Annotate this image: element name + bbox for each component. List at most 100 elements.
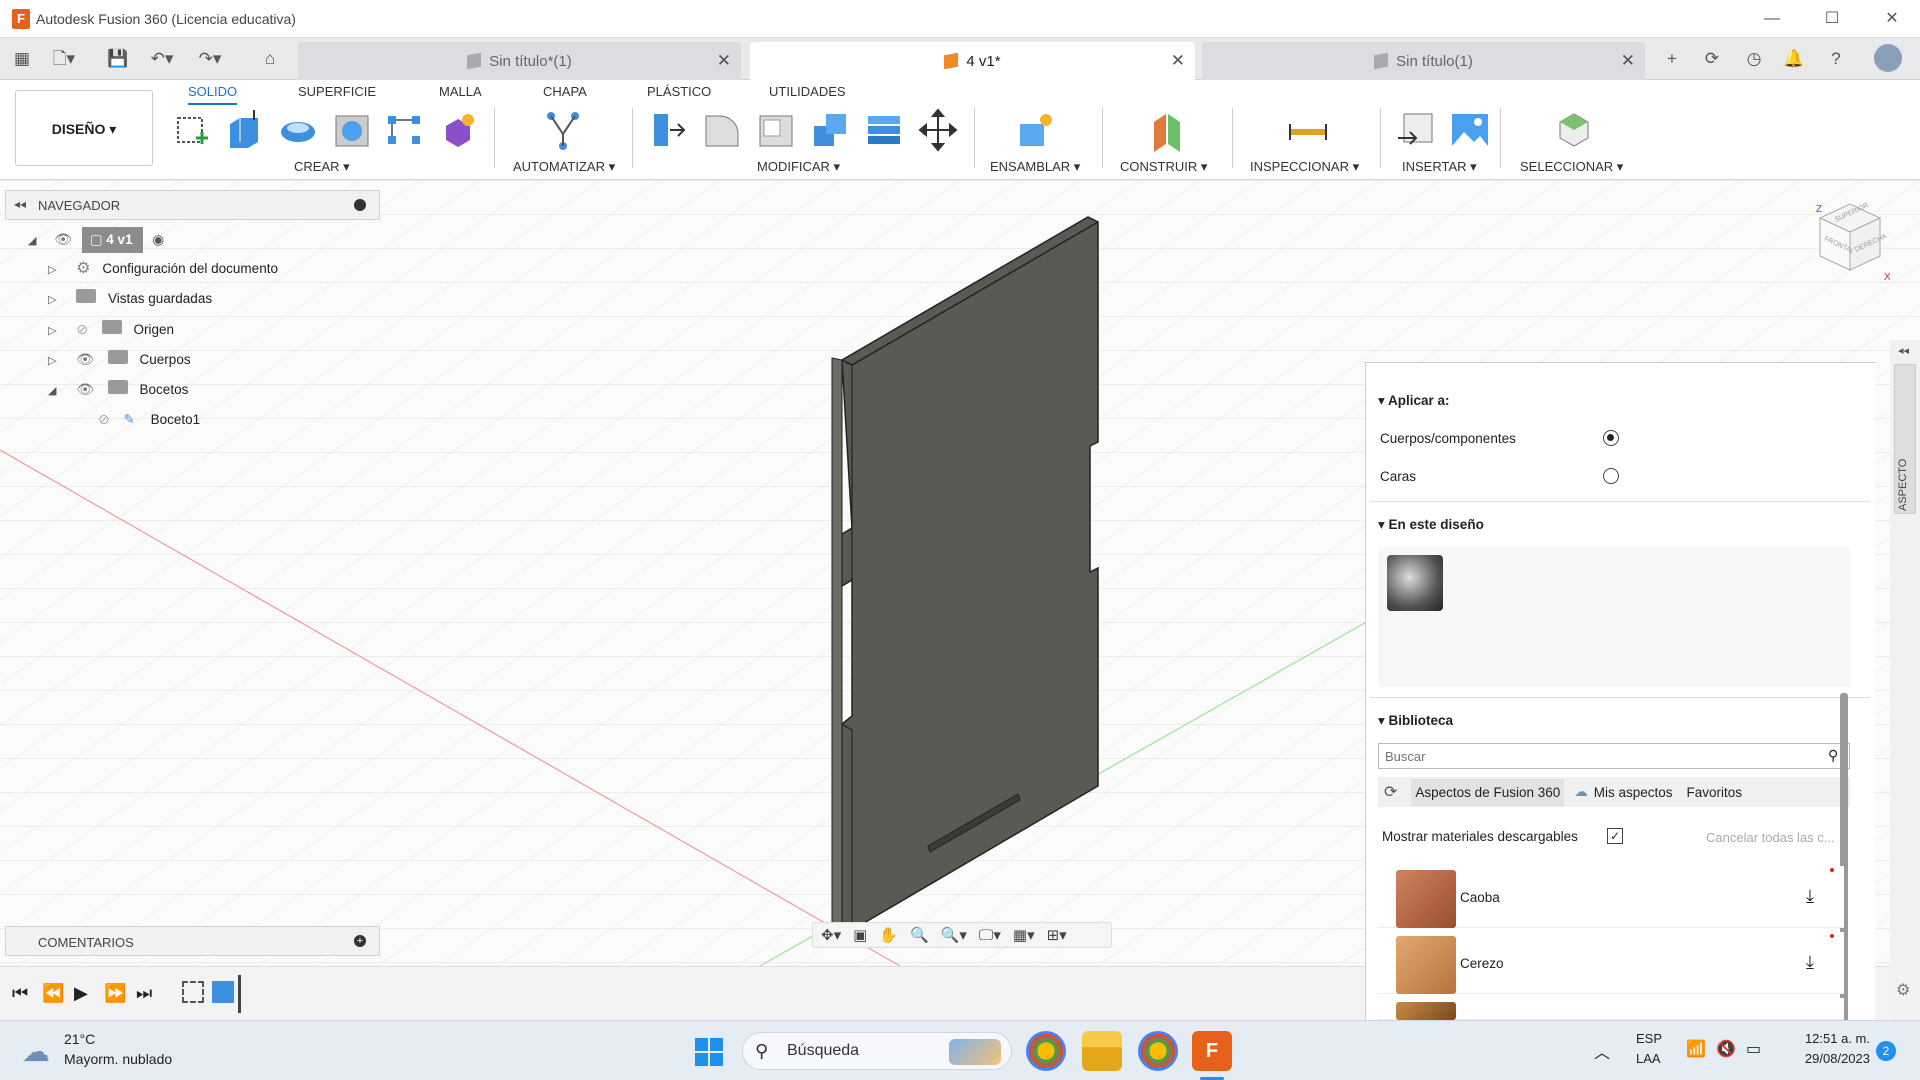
comments-panel-header[interactable]: COMENTARIOS + bbox=[5, 926, 380, 956]
notifications-icon[interactable]: 🔔 bbox=[1780, 46, 1808, 72]
visibility-icon[interactable]: 👁 bbox=[76, 381, 94, 397]
insert-image-icon[interactable] bbox=[1450, 108, 1490, 152]
tree-root[interactable]: ◢ 👁 ▢ 4 v1 ◉ bbox=[28, 226, 164, 253]
chrome-icon[interactable] bbox=[1138, 1031, 1178, 1071]
viewports-icon[interactable]: ⊞▾ bbox=[1047, 926, 1067, 944]
tree-item-sketches[interactable]: ◢ 👁 Bocetos bbox=[48, 376, 188, 402]
insert-derive-icon[interactable] bbox=[1396, 108, 1436, 152]
timeline-extrude-feature-icon[interactable] bbox=[212, 981, 234, 1003]
apply-to-section[interactable]: ▾ Aplicar a: bbox=[1378, 393, 1450, 409]
minimize-button[interactable]: — bbox=[1752, 6, 1792, 32]
tab-chapa[interactable]: CHAPA bbox=[543, 84, 587, 99]
automate-icon[interactable] bbox=[543, 108, 583, 152]
create-sketch-icon[interactable] bbox=[172, 108, 212, 152]
maximize-button[interactable]: ☐ bbox=[1812, 6, 1852, 32]
press-pull-icon[interactable] bbox=[648, 108, 688, 152]
faces-radio[interactable] bbox=[1603, 468, 1619, 484]
fillet-icon[interactable] bbox=[702, 108, 742, 152]
material-item[interactable]: Caoba ⤓ bbox=[1378, 866, 1844, 928]
tab-plastico[interactable]: PLÁSTICO bbox=[647, 84, 711, 99]
collapse-icon[interactable]: ◢ bbox=[48, 385, 56, 397]
group-crear[interactable]: CREAR ▾ bbox=[294, 159, 350, 175]
revolve-icon[interactable] bbox=[278, 108, 318, 152]
close-tab-icon[interactable]: ✕ bbox=[1171, 51, 1185, 71]
timeline-sketch-feature-icon[interactable] bbox=[182, 981, 204, 1003]
close-window-button[interactable]: ✕ bbox=[1872, 6, 1912, 32]
select-icon[interactable] bbox=[1554, 108, 1594, 152]
zoom-window-icon[interactable]: 🔍▾ bbox=[941, 926, 967, 944]
library-section[interactable]: ▾ Biblioteca bbox=[1378, 713, 1453, 729]
activate-radio-icon[interactable]: ◉ bbox=[152, 232, 164, 247]
tab-my-appearances[interactable]: Mis aspectos bbox=[1594, 785, 1673, 800]
avatar[interactable] bbox=[1874, 44, 1902, 72]
hidden-eye-icon[interactable]: ⊘ bbox=[76, 321, 88, 337]
tree-item-bodies[interactable]: ▷ 👁 Cuerpos bbox=[48, 346, 191, 372]
appearance-thumbnail[interactable] bbox=[1387, 555, 1443, 611]
material-item[interactable] bbox=[1378, 998, 1844, 1020]
group-modificar[interactable]: MODIFICAR ▾ bbox=[757, 159, 840, 175]
download-icon[interactable]: ⤓ bbox=[1806, 952, 1814, 973]
extrude-icon[interactable] bbox=[224, 108, 264, 152]
new-tab-icon[interactable]: + bbox=[1658, 46, 1686, 72]
wifi-icon[interactable]: 📶 bbox=[1686, 1039, 1706, 1059]
tab-sin-titulo-1[interactable]: Sin título*(1) ✕ bbox=[298, 42, 741, 80]
chevron-up-icon[interactable]: ︿ bbox=[1594, 1039, 1610, 1063]
minimize-navigator-icon[interactable] bbox=[354, 199, 366, 211]
file-menu-icon[interactable]: 🗋▾ bbox=[50, 46, 78, 72]
help-icon[interactable]: ? bbox=[1822, 46, 1850, 72]
search-icon[interactable]: ⚲ bbox=[1828, 747, 1838, 764]
tree-item-sketch1[interactable]: ⊘ ✎ Boceto1 bbox=[98, 406, 200, 432]
sync-icon[interactable]: ⟳ bbox=[1698, 46, 1726, 72]
group-construir[interactable]: CONSTRUIR ▾ bbox=[1120, 159, 1207, 175]
step-forward-icon[interactable]: ⏩ bbox=[104, 983, 126, 1004]
tree-item-origin[interactable]: ▷ ⊘ Origen bbox=[48, 316, 174, 342]
save-icon[interactable]: 💾 bbox=[104, 46, 132, 72]
display-settings-icon[interactable]: 🖵▾ bbox=[979, 926, 1001, 944]
close-tab-icon[interactable]: ✕ bbox=[1621, 51, 1635, 71]
tab-favorites[interactable]: Favoritos bbox=[1687, 785, 1743, 800]
shell-icon[interactable] bbox=[756, 108, 796, 152]
clock-date[interactable]: 29/08/2023 bbox=[1790, 1051, 1870, 1066]
go-to-start-icon[interactable]: ⏮ bbox=[12, 983, 28, 1004]
library-search-input[interactable] bbox=[1378, 743, 1850, 769]
expand-icon[interactable]: ▷ bbox=[48, 264, 56, 276]
volume-muted-icon[interactable]: 🔇 bbox=[1716, 1039, 1736, 1059]
close-tab-icon[interactable]: ✕ bbox=[717, 51, 731, 71]
expand-icon[interactable]: ◢ bbox=[28, 235, 36, 247]
expand-icon[interactable]: ▷ bbox=[48, 325, 56, 337]
fusion-taskbar-icon[interactable]: F bbox=[1192, 1031, 1232, 1071]
tab-4-v1[interactable]: 4 v1* ✕ bbox=[750, 42, 1195, 80]
new-component-icon[interactable] bbox=[438, 108, 478, 152]
grid-settings-icon[interactable]: ▦▾ bbox=[1013, 926, 1035, 944]
add-comment-icon[interactable]: + bbox=[354, 935, 366, 947]
view-cube[interactable]: SUPERIOR FRONTAL DERECHA Z X bbox=[1800, 200, 1900, 290]
file-explorer-icon[interactable] bbox=[1082, 1031, 1122, 1071]
offset-face-icon[interactable] bbox=[864, 108, 904, 152]
zoom-icon[interactable]: 🔍 bbox=[910, 926, 929, 944]
appearance-side-tab[interactable]: ◂◂ ASPECTO ⚙ bbox=[1890, 340, 1920, 1020]
group-insertar[interactable]: INSERTAR ▾ bbox=[1402, 159, 1477, 175]
grid-menu-icon[interactable]: ▦ bbox=[8, 46, 36, 72]
chrome-profile-icon[interactable] bbox=[1026, 1031, 1066, 1071]
navigator-header[interactable]: ◂◂ NAVEGADOR bbox=[5, 190, 380, 220]
settings-gear-icon[interactable]: ⚙ bbox=[1896, 980, 1910, 1000]
cancel-all-link[interactable]: Cancelar todas las c... bbox=[1706, 830, 1835, 845]
measure-icon[interactable] bbox=[1288, 108, 1328, 152]
group-seleccionar[interactable]: SELECCIONAR ▾ bbox=[1520, 159, 1623, 175]
hidden-eye-icon[interactable]: ⊘ bbox=[98, 411, 110, 427]
pattern-icon[interactable] bbox=[384, 108, 424, 152]
group-inspeccionar[interactable]: INSPECCIONAR ▾ bbox=[1250, 159, 1359, 175]
visibility-icon[interactable]: 👁 bbox=[54, 231, 72, 247]
home-icon[interactable]: ⌂ bbox=[256, 46, 284, 72]
look-at-icon[interactable]: ▣ bbox=[853, 926, 867, 944]
timeline-marker[interactable] bbox=[238, 975, 241, 1013]
combine-icon[interactable] bbox=[810, 108, 850, 152]
visibility-icon[interactable]: 👁 bbox=[76, 351, 94, 367]
notification-badge[interactable]: 2 bbox=[1876, 1041, 1896, 1061]
group-automatizar[interactable]: AUTOMATIZAR ▾ bbox=[513, 159, 615, 175]
refresh-icon[interactable]: ⟳ bbox=[1384, 782, 1397, 802]
collapse-panel-icon[interactable]: ◂◂ bbox=[1898, 344, 1909, 357]
step-back-icon[interactable]: ⏪ bbox=[42, 983, 64, 1004]
clock-time[interactable]: 12:51 a. m. bbox=[1790, 1031, 1870, 1046]
tab-fusion-appearances[interactable]: Aspectos de Fusion 360 bbox=[1411, 778, 1565, 806]
